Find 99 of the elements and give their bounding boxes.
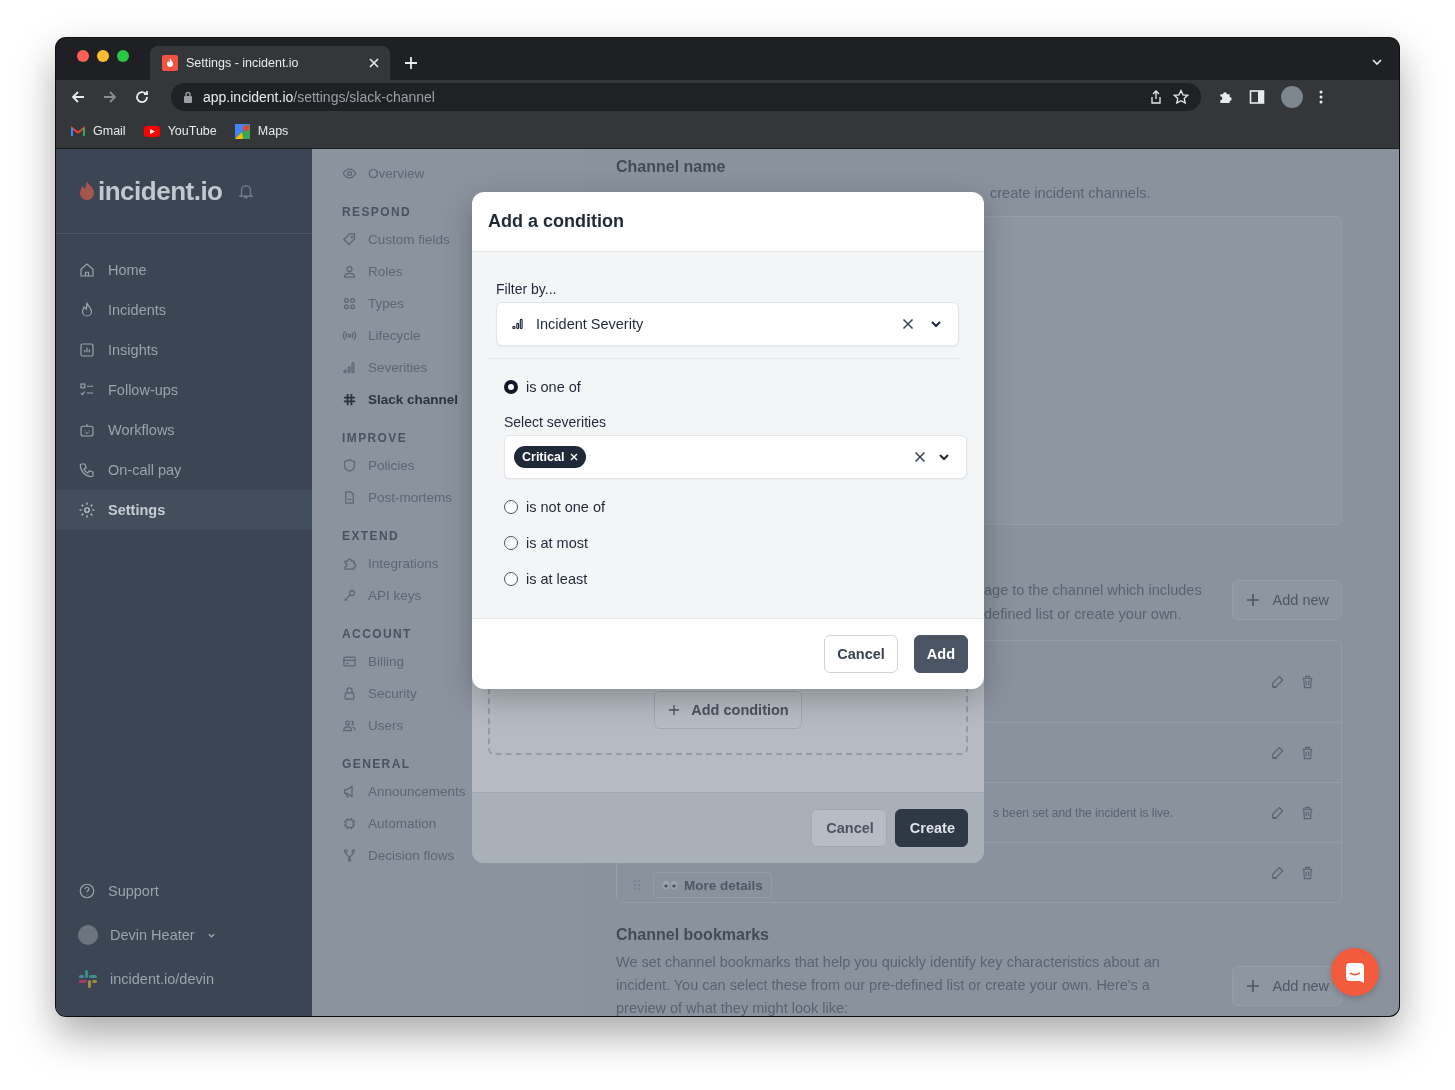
shield-icon — [342, 457, 357, 473]
chevron-down-icon[interactable] — [938, 451, 950, 463]
hash-icon — [342, 391, 357, 407]
signal-bars-icon — [342, 359, 357, 375]
forward-arrow-icon[interactable] — [102, 89, 118, 105]
section-heading: ACCOUNT — [342, 626, 412, 643]
browser-tab[interactable]: Settings - incident.io — [150, 46, 390, 80]
bookmark-link[interactable]: YouTube — [143, 124, 217, 138]
close-window-dot[interactable] — [77, 50, 89, 62]
play-button-icon — [143, 125, 160, 137]
sidebar-item[interactable]: On-call pay — [56, 450, 312, 490]
radio-option[interactable]: is not one of — [504, 489, 959, 525]
bookmark-link[interactable]: Maps — [234, 123, 289, 139]
envelope-m-icon — [71, 125, 85, 137]
logo-wordmark[interactable]: incident.io — [98, 175, 223, 207]
tag-icon — [342, 231, 357, 247]
radio-option[interactable]: is at least — [504, 561, 959, 597]
chat-launcher-button[interactable] — [1331, 948, 1379, 996]
cancel-button[interactable]: Cancel — [811, 809, 887, 847]
section-title: Channel bookmarks — [616, 925, 770, 945]
back-arrow-icon[interactable] — [70, 89, 86, 105]
minimize-window-dot[interactable] — [97, 50, 109, 62]
more-menu-icon[interactable] — [1319, 90, 1323, 104]
cancel-button[interactable]: Cancel — [824, 635, 898, 673]
chart-icon — [78, 341, 96, 359]
field-label: Select severities — [504, 413, 607, 431]
zoom-window-dot[interactable] — [117, 50, 129, 62]
map-pin-icon — [234, 123, 250, 139]
sidebar-item[interactable]: Workflows — [56, 410, 312, 450]
chevron-down-icon[interactable] — [930, 318, 942, 330]
chat-bubble-icon — [1344, 961, 1366, 983]
person-icon — [342, 263, 357, 279]
add-button[interactable]: Add — [913, 635, 968, 673]
grid-icon — [342, 295, 357, 311]
radio-option[interactable]: is one of — [504, 369, 959, 405]
key-icon — [342, 587, 357, 603]
lock-icon — [183, 91, 193, 103]
phone-icon — [78, 461, 96, 479]
puzzle-icon — [342, 555, 357, 571]
address-bar[interactable]: app.incident.io/settings/slack-channel — [171, 83, 1201, 111]
section-heading: IMPROVE — [342, 430, 408, 447]
section-heading: RESPOND — [342, 204, 412, 221]
section-heading: GENERAL — [342, 756, 411, 773]
plus-icon — [669, 705, 680, 715]
radio-button[interactable] — [504, 572, 518, 586]
close-tab-icon[interactable] — [368, 57, 380, 69]
home-icon — [78, 261, 96, 279]
signal-bars-icon — [510, 317, 526, 331]
hash-logo-icon — [78, 969, 98, 989]
sidebar-item[interactable]: Follow-ups — [56, 370, 312, 410]
filter-select[interactable]: Incident Severity — [496, 302, 959, 346]
add-condition-button[interactable]: Add condition — [654, 691, 802, 729]
support-link[interactable]: Support — [56, 869, 312, 913]
severity-tag[interactable]: Critical — [514, 446, 587, 468]
bookmark-star-icon[interactable] — [1173, 89, 1189, 105]
reload-icon[interactable] — [134, 89, 150, 105]
lock-icon — [342, 685, 357, 701]
radio-button[interactable] — [504, 380, 518, 394]
radio-option[interactable]: is at most — [504, 525, 959, 561]
clear-icon[interactable] — [902, 318, 914, 330]
flame-favicon-icon — [162, 55, 178, 71]
user-avatar — [78, 925, 98, 945]
plus-icon — [1246, 980, 1259, 992]
add-new-button[interactable]: Add new — [1231, 966, 1342, 1006]
side-panel-icon[interactable] — [1249, 89, 1265, 105]
sidebar-item[interactable]: Incidents — [56, 290, 312, 330]
branch-icon — [342, 847, 357, 863]
remove-icon[interactable] — [570, 453, 579, 461]
section-title: Channel name — [616, 157, 727, 177]
message-chip[interactable]: More details — [653, 872, 772, 898]
severity-select[interactable]: Critical — [504, 435, 967, 479]
user-menu[interactable]: Devin Heater — [56, 913, 312, 957]
chip-icon — [342, 815, 357, 831]
workspace-link[interactable]: incident.io/devin — [56, 957, 312, 1001]
people-icon — [342, 717, 357, 733]
flame-logo-icon — [80, 181, 94, 201]
share-icon[interactable] — [1149, 90, 1163, 104]
field-label: Filter by... — [496, 280, 558, 298]
new-tab-plus-icon[interactable] — [404, 56, 418, 70]
eyes-icon — [662, 880, 678, 890]
profile-avatar[interactable] — [1281, 86, 1303, 108]
document-icon — [342, 489, 357, 505]
radio-button[interactable] — [504, 500, 518, 514]
sidebar-item[interactable]: Home — [56, 250, 312, 290]
create-button[interactable]: Create — [894, 809, 968, 847]
eye-icon — [342, 165, 357, 181]
robot-icon — [78, 421, 96, 439]
radio-button[interactable] — [504, 536, 518, 550]
section-heading: EXTEND — [342, 528, 400, 545]
clear-icon[interactable] — [914, 451, 926, 463]
puzzle-icon[interactable] — [1217, 89, 1233, 105]
card-icon — [342, 653, 357, 669]
bookmark-link[interactable]: Gmail — [71, 124, 126, 138]
help-icon — [78, 882, 96, 900]
sidebar-item[interactable]: Settings — [56, 490, 312, 530]
plus-icon — [1246, 594, 1259, 606]
add-new-button[interactable]: Add new — [1231, 580, 1342, 620]
chevron-down-icon[interactable] — [1371, 56, 1383, 68]
sidebar-item[interactable]: Insights — [56, 330, 312, 370]
